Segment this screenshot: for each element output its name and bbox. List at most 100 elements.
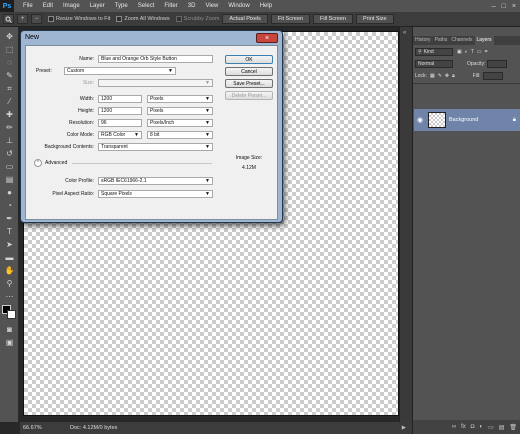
tab-history[interactable]: History <box>413 36 433 45</box>
delete-preset-button[interactable]: Delete Preset... <box>225 91 273 100</box>
zoom-readout[interactable]: 66.67% <box>20 425 66 431</box>
lasso-tool-icon[interactable]: ◌ <box>3 57 16 68</box>
lock-all-icon[interactable]: 🔒︎ <box>452 73 455 79</box>
fill-screen-button[interactable]: Fill Screen <box>313 14 353 24</box>
link-layers-icon[interactable]: ∞ <box>452 424 456 430</box>
layer-style-icon[interactable]: fx <box>461 424 466 430</box>
new-layer-icon[interactable]: ▤ <box>499 424 505 431</box>
zoom-tool-sidebar-icon[interactable]: ⚲ <box>3 278 16 289</box>
pen-tool-icon[interactable]: ✒ <box>3 213 16 224</box>
blend-mode-select[interactable]: Normal <box>415 59 453 68</box>
menu-layer[interactable]: Layer <box>85 0 110 12</box>
blur-tool-icon[interactable]: ● <box>3 187 16 198</box>
quick-mask-icon[interactable]: ◙ <box>3 324 16 335</box>
filter-smart-icon[interactable]: ⌗ <box>485 49 488 55</box>
menu-image[interactable]: Image <box>58 0 85 12</box>
background-color-swatch[interactable] <box>7 310 16 319</box>
menu-edit[interactable]: Edit <box>38 0 58 12</box>
tab-paths[interactable]: Paths <box>433 36 450 45</box>
name-field[interactable]: Blue and Orange Orb Style Button <box>98 55 213 63</box>
zoom-all-windows-checkbox[interactable]: Zoom All Windows <box>116 16 170 22</box>
bit-depth-select[interactable]: 8 bit ▼ <box>147 131 213 139</box>
save-preset-button[interactable]: Save Preset... <box>225 79 273 88</box>
shape-tool-icon[interactable]: ▬ <box>3 252 16 263</box>
advanced-label[interactable]: Advanced <box>45 160 67 166</box>
close-window-button[interactable]: × <box>512 3 516 10</box>
brush-tool-icon[interactable]: ✏ <box>3 122 16 133</box>
clone-stamp-tool-icon[interactable]: ⊥ <box>3 135 16 146</box>
filter-pixel-icon[interactable]: ▣ <box>457 49 462 55</box>
quick-select-tool-icon[interactable]: ✎ <box>3 70 16 81</box>
layer-row[interactable]: ◉ Background 🔒︎ <box>414 109 520 131</box>
advanced-toggle-icon[interactable]: ⌃ <box>34 159 42 167</box>
path-selection-tool-icon[interactable]: ➤ <box>3 239 16 250</box>
zoom-tool-icon[interactable] <box>3 14 14 24</box>
filter-kind-select[interactable]: ⚲ Kind <box>415 47 453 56</box>
menu-file[interactable]: File <box>18 0 38 12</box>
filter-shape-icon[interactable]: ▭ <box>477 49 482 55</box>
lock-brush-icon[interactable]: ✎ <box>438 73 442 79</box>
zoom-in-icon[interactable]: + <box>17 14 28 24</box>
cancel-button[interactable]: Cancel <box>225 67 273 76</box>
actual-pixels-button[interactable]: Actual Pixels <box>222 14 268 24</box>
print-size-button[interactable]: Print Size <box>355 14 394 24</box>
color-profile-select[interactable]: sRGB IEC61966-2.1 ▼ <box>98 177 213 185</box>
pixel-aspect-select[interactable]: Square Pixels ▼ <box>98 190 213 198</box>
gradient-tool-icon[interactable]: ▤ <box>3 174 16 185</box>
resize-windows-label: Resize Windows to Fit <box>56 16 111 22</box>
ok-button[interactable]: OK <box>225 55 273 64</box>
new-group-icon[interactable]: ▭ <box>488 424 494 431</box>
scrubby-zoom-checkbox[interactable]: Scrubby Zoom <box>175 16 219 22</box>
healing-brush-tool-icon[interactable]: ✚ <box>3 109 16 120</box>
tab-channels[interactable]: Channels <box>449 36 474 45</box>
width-field[interactable]: 1200 <box>98 95 142 103</box>
tab-layers[interactable]: Layers <box>474 36 494 45</box>
opacity-field[interactable] <box>487 59 508 68</box>
move-tool-icon[interactable]: ✥ <box>3 31 16 42</box>
lock-move-icon[interactable]: ✥ <box>445 73 449 79</box>
height-field[interactable]: 1200 <box>98 107 142 115</box>
lock-transparent-icon[interactable]: ▦ <box>430 73 435 79</box>
color-mode-select[interactable]: RGB Color ▼ <box>98 131 142 139</box>
zoom-out-icon[interactable]: − <box>31 14 42 24</box>
delete-layer-icon[interactable]: 🗑 <box>509 424 517 431</box>
preset-select[interactable]: Custom ▼ <box>64 67 176 75</box>
menu-type[interactable]: Type <box>110 0 133 12</box>
filter-adjust-icon[interactable]: ◐ <box>465 49 468 55</box>
eraser-tool-icon[interactable]: ▭ <box>3 161 16 172</box>
menu-select[interactable]: Select <box>133 0 160 12</box>
dodge-tool-icon[interactable]: ◔ <box>3 200 16 211</box>
adjustment-layer-icon[interactable]: ◐ <box>479 424 483 430</box>
crop-tool-icon[interactable]: ⌗ <box>3 83 16 94</box>
hand-tool-icon[interactable]: ✋ <box>3 265 16 276</box>
edit-toolbar-icon[interactable]: ⋯ <box>3 291 16 302</box>
minimize-button[interactable]: – <box>492 3 496 10</box>
layer-name[interactable]: Background <box>449 117 478 123</box>
height-unit-select[interactable]: Pixels ▼ <box>147 107 213 115</box>
screen-mode-icon[interactable]: ▣ <box>3 337 16 348</box>
resize-windows-checkbox[interactable]: Resize Windows to Fit <box>48 16 110 22</box>
width-unit-select[interactable]: Pixels ▼ <box>147 95 213 103</box>
fit-screen-button[interactable]: Fit Screen <box>270 14 310 24</box>
resolution-unit-select[interactable]: Pixels/Inch ▼ <box>147 119 213 127</box>
resolution-field[interactable]: 96 <box>98 119 142 127</box>
dock-toggle-icon[interactable]: « <box>403 30 410 37</box>
size-select[interactable]: ▼ <box>98 79 213 87</box>
visibility-eye-icon[interactable]: ◉ <box>417 116 425 124</box>
history-brush-tool-icon[interactable]: ↺ <box>3 148 16 159</box>
marquee-tool-icon[interactable]: ⬚ <box>3 44 16 55</box>
menu-view[interactable]: View <box>200 0 223 12</box>
maximize-button[interactable]: □ <box>502 3 506 10</box>
type-tool-icon[interactable]: T <box>3 226 16 237</box>
dialog-close-button[interactable]: × <box>256 33 278 43</box>
background-contents-select[interactable]: Transparent ▼ <box>98 143 213 151</box>
filter-type-icon[interactable]: T <box>471 49 474 55</box>
menu-window[interactable]: Window <box>223 0 254 12</box>
status-arrow-icon[interactable]: ▶ <box>402 425 406 431</box>
layer-mask-icon[interactable]: ◘ <box>471 424 475 430</box>
menu-filter[interactable]: Filter <box>159 0 182 12</box>
menu-3d[interactable]: 3D <box>183 0 201 12</box>
menu-help[interactable]: Help <box>255 0 277 12</box>
fill-field[interactable] <box>482 71 503 80</box>
eyedropper-tool-icon[interactable]: ⁄ <box>3 96 16 107</box>
